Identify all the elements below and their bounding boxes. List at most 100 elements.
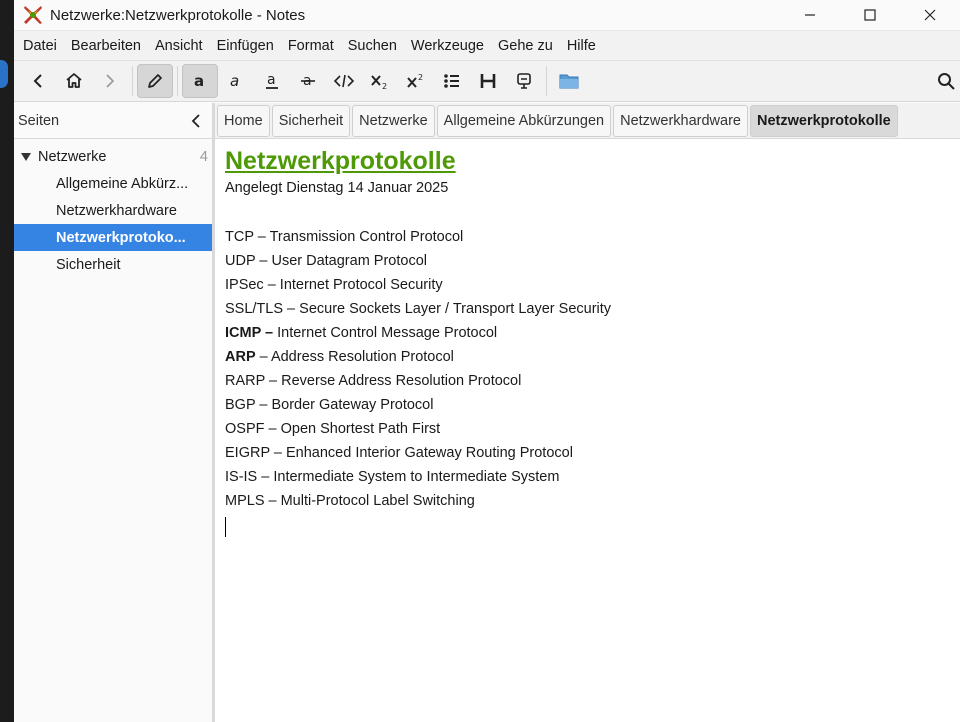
italic-icon: a bbox=[230, 72, 239, 90]
strikethrough-button[interactable]: a bbox=[290, 64, 326, 98]
maximize-icon bbox=[864, 9, 876, 21]
line-text: BGP – Border Gateway Protocol bbox=[225, 397, 434, 413]
main-pane: Home Sicherheit Netzwerke Allgemeine Abk… bbox=[215, 103, 960, 722]
text-line: MPLS – Multi-Protocol Label Switching bbox=[225, 489, 950, 513]
text-line: ARP – Address Resolution Protocol bbox=[225, 345, 950, 369]
menu-bearbeiten[interactable]: Bearbeiten bbox=[64, 31, 148, 61]
minimize-button[interactable] bbox=[780, 0, 840, 30]
tab-allgemeine-abkuerzungen[interactable]: Allgemeine Abkürzungen bbox=[436, 104, 612, 137]
minimize-icon bbox=[805, 14, 815, 16]
sidebar-header: Seiten bbox=[14, 103, 212, 139]
tab-netzwerkhardware[interactable]: Netzwerkhardware bbox=[613, 104, 748, 137]
bold-text: ARP bbox=[225, 349, 256, 365]
line-text: EIGRP – Enhanced Interior Gateway Routin… bbox=[225, 445, 573, 461]
tab-home[interactable]: Home bbox=[217, 104, 270, 137]
svg-text:a: a bbox=[230, 72, 239, 90]
menu-hilfe[interactable]: Hilfe bbox=[560, 31, 603, 61]
title-bar: Netzwerke:Netzwerkprotokolle - Notes bbox=[14, 0, 960, 30]
superscript-button[interactable]: 2 bbox=[398, 64, 434, 98]
bold-button[interactable]: a bbox=[182, 64, 218, 98]
attach-file-icon bbox=[559, 74, 579, 89]
underline-icon: a bbox=[266, 72, 278, 89]
underline-button[interactable]: a bbox=[254, 64, 290, 98]
tree-item-allgemeine-abkuerzungen[interactable]: Allgemeine Abkürz... bbox=[14, 170, 212, 197]
tree-item-label: Netzwerkhardware bbox=[56, 202, 177, 219]
desktop-edge bbox=[0, 0, 14, 722]
svg-text:a: a bbox=[267, 72, 276, 88]
code-button[interactable] bbox=[326, 64, 362, 98]
line-text: TCP – Transmission Control Protocol bbox=[225, 229, 464, 245]
menu-ansicht[interactable]: Ansicht bbox=[148, 31, 210, 61]
pathbar: Home Sicherheit Netzwerke Allgemeine Abk… bbox=[215, 103, 960, 139]
app-window: Netzwerke:Netzwerkprotokolle - Notes Dat… bbox=[14, 0, 960, 722]
home-button[interactable] bbox=[56, 64, 92, 98]
close-button[interactable] bbox=[900, 0, 960, 30]
text-line: EIGRP – Enhanced Interior Gateway Routin… bbox=[225, 441, 950, 465]
back-button[interactable] bbox=[20, 64, 56, 98]
bulleted-list-icon bbox=[444, 74, 459, 88]
verbatim-icon bbox=[517, 73, 531, 89]
attach-file-button[interactable] bbox=[551, 64, 587, 98]
heading-icon bbox=[480, 74, 496, 88]
svg-text:a: a bbox=[194, 72, 204, 90]
toolbar-separator bbox=[177, 66, 178, 96]
content-area: Seiten Netzwerke 4 Allgemeine Abkürz... … bbox=[14, 103, 960, 722]
page-created-date: Angelegt Dienstag 14 Januar 2025 bbox=[225, 180, 449, 196]
line-text: – Address Resolution Protocol bbox=[255, 349, 454, 365]
text-line: IPSec – Internet Protocol Security bbox=[225, 273, 950, 297]
tree-item-label: Netzwerke bbox=[38, 148, 107, 165]
text-line: BGP – Border Gateway Protocol bbox=[225, 393, 950, 417]
subscript-button[interactable]: 2 bbox=[362, 64, 398, 98]
back-icon bbox=[33, 74, 42, 88]
tree-item-label: Netzwerkprotoko... bbox=[56, 229, 186, 246]
line-text: RARP – Reverse Address Resolution Protoc… bbox=[225, 373, 522, 389]
edit-toggle-button[interactable] bbox=[137, 64, 173, 98]
bulleted-list-button[interactable] bbox=[434, 64, 470, 98]
text-line: ICMP – Internet Control Message Protocol bbox=[225, 321, 950, 345]
code-icon bbox=[334, 74, 354, 88]
toolbar-separator bbox=[546, 66, 547, 96]
line-text: IS-IS – Intermediate System to Intermedi… bbox=[225, 469, 560, 485]
superscript-icon: 2 bbox=[407, 73, 423, 88]
line-text: SSL/TLS – Secure Sockets Layer / Transpo… bbox=[225, 301, 612, 317]
line-text: OSPF – Open Shortest Path First bbox=[225, 421, 441, 437]
menu-gehe-zu[interactable]: Gehe zu bbox=[491, 31, 560, 61]
text-line: OSPF – Open Shortest Path First bbox=[225, 417, 950, 441]
tab-sicherheit[interactable]: Sicherheit bbox=[271, 104, 351, 137]
forward-button[interactable] bbox=[92, 64, 128, 98]
tab-netzwerke[interactable]: Netzwerke bbox=[352, 104, 435, 137]
tree-item-netzwerkprotokolle[interactable]: Netzwerkprotoko... bbox=[14, 224, 212, 251]
tree-item-netzwerke[interactable]: Netzwerke 4 bbox=[14, 143, 212, 170]
text-line: UDP – User Datagram Protocol bbox=[225, 249, 950, 273]
menu-einfuegen[interactable]: Einfügen bbox=[210, 31, 281, 61]
verbatim-button[interactable] bbox=[506, 64, 542, 98]
app-logo-icon bbox=[24, 6, 42, 24]
toolbar-separator bbox=[132, 66, 133, 96]
search-button[interactable] bbox=[932, 64, 960, 98]
text-line: SSL/TLS – Secure Sockets Layer / Transpo… bbox=[225, 297, 950, 321]
line-text: MPLS – Multi-Protocol Label Switching bbox=[225, 493, 475, 509]
maximize-button[interactable] bbox=[840, 0, 900, 30]
page-heading: Netzwerkprotokolle bbox=[225, 147, 456, 175]
tree-item-sicherheit[interactable]: Sicherheit bbox=[14, 251, 212, 278]
window-title: Netzwerke:Netzwerkprotokolle - Notes bbox=[50, 6, 306, 24]
page-count: 4 bbox=[199, 148, 208, 165]
menu-format[interactable]: Format bbox=[281, 31, 341, 61]
bold-icon: a bbox=[194, 72, 204, 90]
collapse-sidebar-icon[interactable] bbox=[190, 113, 202, 128]
menu-werkzeuge[interactable]: Werkzeuge bbox=[404, 31, 491, 61]
search-icon bbox=[938, 73, 955, 90]
expand-arrow-icon[interactable] bbox=[20, 152, 32, 162]
menu-datei[interactable]: Datei bbox=[16, 31, 64, 61]
page-editor[interactable]: Netzwerkprotokolle Angelegt Dienstag 14 … bbox=[215, 139, 960, 543]
desktop-indicator bbox=[0, 60, 8, 88]
menu-suchen[interactable]: Suchen bbox=[341, 31, 404, 61]
text-line: TCP – Transmission Control Protocol bbox=[225, 225, 950, 249]
tab-netzwerkprotokolle[interactable]: Netzwerkprotokolle bbox=[749, 104, 898, 137]
tree-item-label: Allgemeine Abkürz... bbox=[56, 175, 189, 192]
italic-button[interactable]: a bbox=[218, 64, 254, 98]
heading-button[interactable] bbox=[470, 64, 506, 98]
tree-item-netzwerkhardware[interactable]: Netzwerkhardware bbox=[14, 197, 212, 224]
strikethrough-icon: a bbox=[301, 73, 315, 89]
tree-item-label: Sicherheit bbox=[56, 256, 121, 273]
